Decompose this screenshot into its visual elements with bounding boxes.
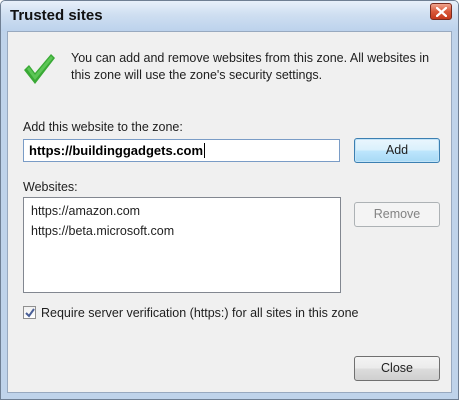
close-icon — [436, 7, 447, 17]
list-item[interactable]: https://amazon.com — [31, 201, 340, 221]
websites-label: Websites: — [23, 180, 78, 194]
zone-info-text: You can add and remove websites from thi… — [71, 51, 430, 82]
close-button[interactable]: Close — [354, 356, 440, 381]
website-input-value: https://buildinggadgets.com — [29, 143, 204, 158]
window-close-button[interactable] — [430, 3, 452, 20]
remove-button[interactable]: Remove — [354, 202, 440, 227]
dialog-body: You can add and remove websites from thi… — [7, 31, 452, 393]
title-bar[interactable]: Trusted sites — [1, 1, 458, 31]
add-website-label: Add this website to the zone: — [23, 120, 183, 134]
require-verification-label[interactable]: Require server verification (https:) for… — [41, 306, 359, 320]
add-button[interactable]: Add — [354, 138, 440, 163]
list-item[interactable]: https://beta.microsoft.com — [31, 221, 340, 241]
require-verification-checkbox[interactable] — [23, 306, 36, 319]
trusted-sites-dialog: Trusted sites You can add and remove web… — [0, 0, 459, 400]
checkmark-icon — [25, 308, 35, 318]
window-title: Trusted sites — [10, 7, 103, 24]
checkmark-icon — [24, 54, 55, 84]
website-input[interactable]: https://buildinggadgets.com — [23, 139, 340, 162]
text-caret — [204, 143, 206, 158]
websites-list[interactable]: https://amazon.com https://beta.microsof… — [23, 197, 341, 293]
